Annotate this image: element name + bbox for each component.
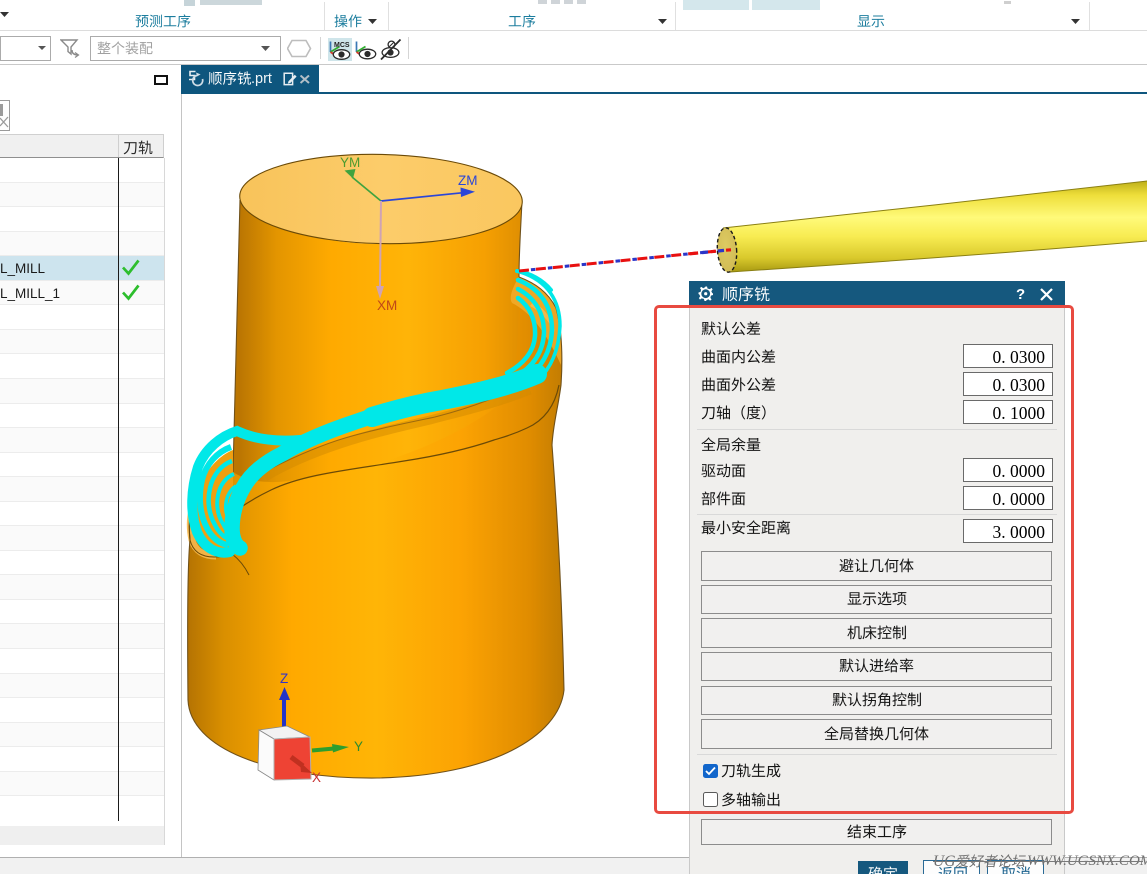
- svg-text:Z: Z: [280, 671, 288, 686]
- svg-text:XM: XM: [377, 298, 397, 313]
- svg-text:X: X: [312, 770, 321, 785]
- svg-text:ZM: ZM: [458, 173, 478, 188]
- svg-text:MCS: MCS: [334, 42, 350, 49]
- svg-text:YM: YM: [340, 155, 360, 170]
- svg-text:Y: Y: [354, 739, 363, 754]
